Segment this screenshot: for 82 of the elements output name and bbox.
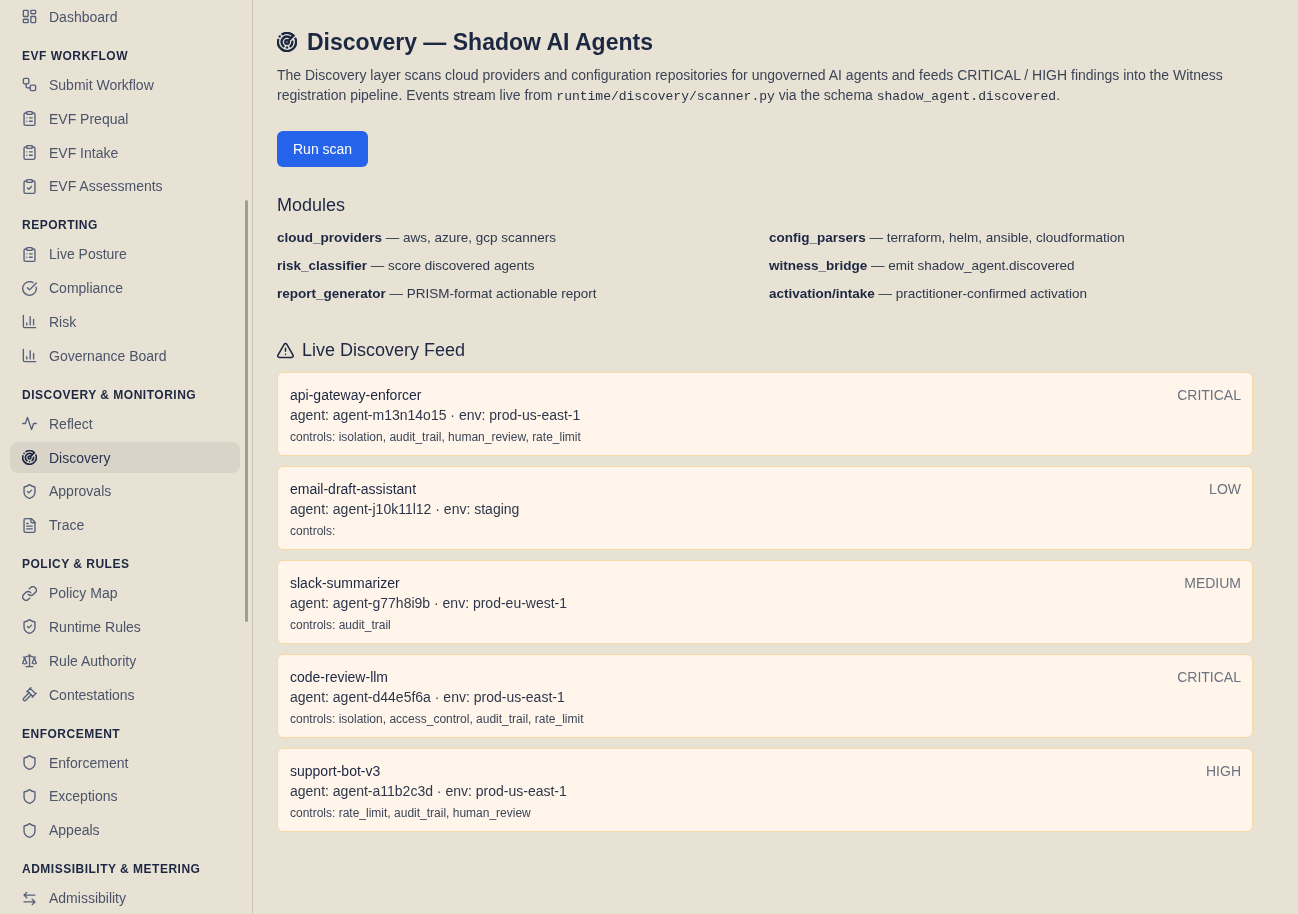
layout-grid-icon — [22, 9, 37, 25]
sidebar-item[interactable]: Live Posture — [10, 238, 240, 271]
section-heading: ENFORCEMENT — [22, 725, 121, 742]
agent-details: agent: agent-g77h8i9b · env: prod-eu-west-1 — [290, 594, 568, 613]
controls-list: controls: — [290, 523, 336, 539]
gavel-icon — [22, 687, 37, 703]
sidebar-item[interactable]: Reflect — [10, 407, 240, 440]
sidebar-item[interactable]: Trace — [10, 509, 240, 542]
module-description: witness_bridge — emit shadow_agent.discovered — [769, 257, 1076, 275]
section-heading: EVF WORKFLOW — [22, 47, 128, 64]
sidebar-item[interactable]: Compliance — [10, 272, 240, 304]
sidebar-item[interactable]: EVF Prequal — [10, 102, 240, 135]
agent-name: api-gateway-enforcer — [290, 386, 422, 405]
sidebar-item[interactable]: Policy Map — [10, 577, 240, 610]
warning-icon — [277, 341, 294, 359]
agent-details: agent: agent-m13n14o15 · env: prod-us-east-1 — [290, 406, 581, 425]
radar-icon — [277, 32, 297, 52]
controls-list: controls: rate_limit, audit_trail, human_review — [290, 805, 531, 821]
sidebar-item[interactable]: Governance Board — [10, 339, 240, 372]
pulse-icon — [22, 416, 37, 432]
bar-chart-icon — [22, 314, 37, 330]
sidebar-item[interactable]: Appeals — [10, 814, 240, 847]
section-heading: ADMISSIBILITY & METERING — [22, 861, 201, 878]
agent-name: email-draft-assistant — [290, 480, 417, 499]
document-icon — [22, 517, 37, 533]
module-description: risk_classifier — score discovered agents — [277, 257, 536, 275]
run-scan-button[interactable]: Run scan — [277, 131, 369, 167]
module-description: activation/intake — practitioner-confirmed activation — [769, 285, 1089, 303]
controls-list: controls: audit_trail — [290, 617, 391, 633]
scale-icon — [22, 653, 37, 669]
bar-chart-icon — [22, 348, 37, 364]
sidebar-item[interactable]: Discovery — [10, 441, 240, 474]
agent-details: agent: agent-j10k11l12 · env: staging — [290, 500, 520, 519]
sidebar-item[interactable]: EVF Assessments — [10, 170, 240, 203]
shield-icon — [22, 822, 37, 838]
shield-check-icon — [22, 619, 37, 635]
radar-icon — [22, 450, 37, 465]
module-description: config_parsers — terraform, helm, ansible, cloudformation — [769, 229, 1126, 247]
sidebar-item[interactable]: Risk — [10, 306, 240, 338]
sidebar-item[interactable]: Dashboard — [10, 1, 240, 33]
sidebar-item[interactable]: Approvals — [10, 475, 240, 508]
workflow-icon — [22, 77, 37, 93]
check-circle-icon — [22, 280, 37, 296]
clipboard-list-icon — [22, 111, 37, 127]
section-heading: DISCOVERY & MONITORING — [22, 386, 197, 403]
severity-label: CRITICAL — [1177, 386, 1241, 405]
sidebar-item[interactable]: Contestations — [10, 678, 240, 711]
section-heading: POLICY & RULES — [22, 556, 130, 573]
page-description: The Discovery layer scans cloud providers and configuration repositories for ungoverned AI agents and feeds CRITICAL / HIGH findings into the Witness registration pipeline. Events stream live from runtime/discovery/scanner.py via the schema shadow_agent.discovered. — [277, 66, 1224, 106]
agent-name: code-review-llm — [290, 668, 389, 687]
sidebar-item[interactable]: Submit Workflow — [10, 68, 240, 101]
agent-details: agent: agent-a11b2c3d · env: prod-us-east-1 — [290, 782, 567, 801]
section-title: Modules — [277, 194, 346, 217]
sidebar-item[interactable]: Exceptions — [10, 780, 240, 813]
clipboard-check-icon — [22, 178, 37, 194]
module-description: cloud_providers — aws, azure, gcp scanners — [277, 229, 558, 247]
agent-name: slack-summarizer — [290, 574, 400, 593]
sidebar-item[interactable]: Rule Authority — [10, 644, 240, 677]
link-icon — [22, 585, 37, 601]
sidebar-item[interactable]: Runtime Rules — [10, 611, 240, 643]
clipboard-list-icon — [22, 246, 37, 262]
shield-check-icon — [22, 483, 37, 499]
sidebar-item[interactable]: EVF Intake — [10, 136, 240, 169]
agent-details: agent: agent-d44e5f6a · env: prod-us-east-1 — [290, 688, 565, 707]
shield-icon — [22, 788, 37, 804]
shield-icon — [22, 755, 37, 771]
severity-label: MEDIUM — [1184, 574, 1241, 593]
severity-label: HIGH — [1206, 762, 1241, 781]
swap-arrows-icon — [22, 890, 37, 906]
controls-list: controls: isolation, access_control, audit_trail, rate_limit — [290, 711, 584, 727]
sidebar-item[interactable]: Admissibility — [10, 882, 240, 914]
module-description: report_generator — PRISM-format actionable report — [277, 285, 598, 303]
clipboard-list-icon — [22, 145, 37, 160]
page-title: Discovery — Shadow AI Agents — [307, 28, 653, 57]
severity-label: CRITICAL — [1177, 668, 1241, 687]
scrollbar-thumb[interactable] — [245, 200, 248, 622]
severity-label: LOW — [1209, 480, 1241, 499]
section-heading: REPORTING — [22, 217, 98, 234]
controls-list: controls: isolation, audit_trail, human_review, rate_limit — [290, 429, 581, 445]
section-title: Live Discovery Feed — [302, 339, 466, 362]
agent-name: support-bot-v3 — [290, 762, 381, 781]
sidebar-item[interactable]: Enforcement — [10, 746, 240, 779]
